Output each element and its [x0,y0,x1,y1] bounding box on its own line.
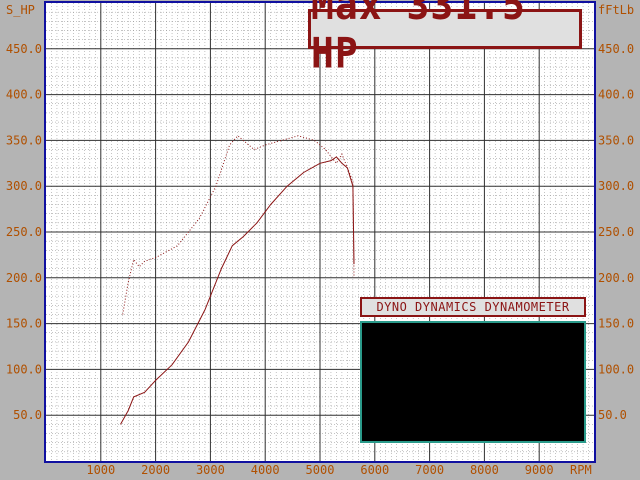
y-tick-label-right: 400.0 [598,88,634,102]
max-power-readout: Max 331.5 HP [308,0,582,77]
x-tick-label: 7000 [415,463,444,477]
x-tick-label: 8000 [470,463,499,477]
y-tick-label-left: 450.0 [6,42,42,56]
x-axis-unit: RPM [570,463,592,477]
readout-panel [360,321,586,443]
x-tick-label: 3000 [196,463,225,477]
y-tick-label-right: 450.0 [598,42,634,56]
y-tick-label-left: 200.0 [6,271,42,285]
y-tick-label-right: 100.0 [598,362,634,376]
y-tick-label-left: 400.0 [6,88,42,102]
x-tick-label: 1000 [86,463,115,477]
max-power-text: Max 331.5 HP [311,0,526,78]
brand-label: DYNO DYNAMICS DYNAMOMETER [360,297,586,317]
y-tick-label-right: 250.0 [598,225,634,239]
y-tick-label-left: 250.0 [6,225,42,239]
y-tick-label-right: 300.0 [598,179,634,193]
x-tick-label: 5000 [306,463,335,477]
x-tick-label: 6000 [360,463,389,477]
y-tick-label-left: 150.0 [6,317,42,331]
x-tick-label: 9000 [525,463,554,477]
brand-text: DYNO DYNAMICS DYNAMOMETER [376,300,570,314]
y-tick-label-left: 50.0 [13,408,42,422]
y-tick-label-left: 350.0 [6,133,42,147]
y-axis-unit-left: S_HP [6,3,35,17]
x-tick-label: 4000 [251,463,280,477]
y-tick-label-right: 350.0 [598,133,634,147]
x-tick-label: 2000 [141,463,170,477]
y-tick-label-left: 100.0 [6,362,42,376]
y-tick-label-left: 300.0 [6,179,42,193]
y-tick-label-right: 200.0 [598,271,634,285]
y-tick-label-right: 50.0 [598,408,627,422]
y-tick-label-right: 150.0 [598,317,634,331]
y-axis-unit-right: fFtLb [598,3,634,17]
